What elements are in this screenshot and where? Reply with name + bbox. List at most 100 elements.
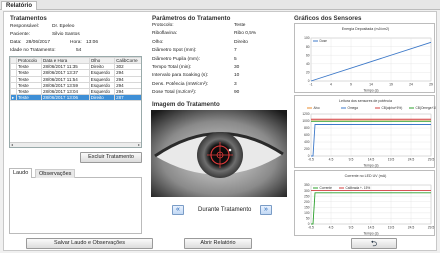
chart-energy-svg: Energia Depositada (mJ/cm2) -1 4 9 14 19 24 29 0… (304, 27, 433, 93)
tab-observacoes[interactable]: Observações (35, 169, 76, 178)
param-label: Diâmetro Pupila (mm): (152, 56, 200, 62)
x-tick-label: 29.5 (428, 226, 435, 230)
chart-title: Energia Depositada (mJ/cm2) (342, 27, 390, 31)
legend-label: Corrente (320, 186, 333, 190)
paciente-value: Silvio Santos (52, 32, 80, 37)
param-label: Protocolo: (152, 23, 174, 28)
data-label: Data: (10, 40, 22, 45)
table-row[interactable]: ▸ Teste 28/06/2017 13:06 Direito 287 (10, 94, 141, 102)
y-tick-label: 600 (304, 133, 310, 137)
horizontal-scrollbar[interactable]: ◂ ▸ (10, 142, 141, 147)
treatments-title: Tratamentos (10, 15, 47, 22)
y-tick-label: 0 (308, 79, 310, 83)
delete-treatment-button[interactable]: Excluir Tratamento (80, 152, 142, 163)
y-tick-label: 250 (304, 194, 310, 198)
legend-label: Omega (348, 106, 359, 110)
save-laudo-button[interactable]: Salvar Laudo e Observações (26, 238, 153, 249)
treatments-table-frame: Protocolo Data e Hora Olho CalibCorre Teste… (9, 56, 142, 148)
x-tick-label: 24.5 (408, 226, 415, 230)
legend-label: Alvo (314, 106, 320, 110)
scroll-right-icon[interactable]: ▸ (138, 143, 140, 147)
x-tick-label: 19.5 (388, 158, 395, 162)
x-axis-label: Tempo (s) (363, 164, 378, 168)
params-list: Protocolo: Teste Riboflavina: Ribo 0,5% Olho… (152, 23, 282, 99)
y-tick-label: 400 (304, 140, 310, 144)
x-tick-label: 24.5 (408, 158, 415, 162)
y-tick-label: 150 (304, 205, 310, 209)
param-value: Direito (234, 39, 248, 45)
tab-bar: Relatório (0, 0, 440, 10)
idade-label: Idade no Tratamento: (10, 48, 56, 53)
charts-title: Gráficos dos Sensores (294, 15, 362, 22)
x-tick-label: 14 (369, 83, 373, 87)
y-tick-label: 300 (304, 189, 310, 193)
image-caption: Durante Tratamento (198, 207, 252, 213)
eye-image (151, 110, 287, 197)
x-tick-label: 29.5 (428, 158, 435, 162)
y-tick-label: 1200 (302, 112, 309, 116)
x-tick-label: 4.5 (329, 158, 334, 162)
param-value: 5 (234, 56, 237, 62)
param-label: Olho: (152, 39, 164, 45)
x-tick-label: -1 (309, 83, 312, 87)
x-axis-label: Tempo (s) (363, 89, 378, 93)
y-tick-label: 60 (306, 53, 310, 57)
y-tick-label: 350 (304, 183, 310, 187)
x-tick-label: 19 (389, 83, 393, 87)
y-tick-label: 40 (306, 62, 310, 66)
treatment-image (151, 110, 287, 197)
param-value: 90 (234, 90, 240, 96)
y-tick-label: 0 (308, 222, 310, 226)
legend-label: Dose (320, 39, 328, 43)
hora-label: Hora: (70, 40, 82, 45)
idade-value: 54 (76, 48, 82, 53)
param-label: Dens. Potência (mW/cm²): (152, 81, 209, 87)
param-value: Teste (234, 23, 246, 28)
param-value: 7 (234, 48, 237, 54)
y-tick-label: 20 (306, 71, 310, 75)
column-header[interactable]: CalibCorre (114, 57, 141, 65)
data-value: 28/06/2017 (26, 40, 51, 45)
tab-laudo[interactable]: Laudo (9, 168, 33, 178)
chart-title: Corrente no LED UV (mA) (345, 174, 387, 178)
y-tick-label: 200 (304, 200, 310, 204)
param-value: Ribo 0,5% (234, 31, 257, 37)
table-cell: Direito (88, 94, 116, 102)
y-tick-label: 0 (308, 154, 310, 158)
back-button[interactable]: ⮌ (351, 238, 397, 249)
main-panel: Tratamentos Responsável: Dr. Epeleo Paci… (3, 11, 440, 251)
param-row: Diâmetro Spot (mm): 7 (152, 48, 282, 56)
y-tick-label: 50 (306, 217, 310, 221)
x-tick-label: 14.5 (368, 158, 375, 162)
param-row: Riboflavina: Ribo 0,5% (152, 31, 282, 39)
chart-energy: Energia Depositada (mJ/cm2) -1 4 9 14 19 24 29 0… (294, 23, 435, 93)
x-tick-label: 9 (350, 83, 352, 87)
param-value: 3 (234, 81, 237, 87)
x-tick-label: 14.5 (368, 226, 375, 230)
chart-power: Leitura dos sensores de potência -0.5 4.5 9… (294, 95, 440, 168)
param-row: Intervalo para Soaking (s): 10 (152, 73, 282, 81)
params-title: Parâmetros do Tratamento (152, 15, 231, 22)
previous-image-button[interactable]: « (172, 205, 184, 215)
x-tick-label: 4 (330, 83, 332, 87)
x-tick-label: 9.5 (349, 158, 354, 162)
param-row: Dens. Potência (mW/cm²): 3 (152, 82, 282, 90)
laudo-textarea[interactable] (9, 178, 142, 234)
scroll-left-icon[interactable]: ◂ (11, 143, 13, 147)
param-label: Riboflavina: (152, 31, 178, 37)
table-cell: Teste (15, 94, 43, 102)
x-axis-label: Tempo (s) (363, 232, 378, 236)
tab-relatorio[interactable]: Relatório (1, 1, 38, 10)
double-chevron-right-icon: » (264, 206, 268, 213)
back-arrow-icon: ⮌ (370, 239, 378, 248)
open-report-button[interactable]: Abrir Relatório (184, 238, 252, 249)
table-cell: 287 (114, 94, 141, 102)
x-tick-label: 19.5 (388, 226, 395, 230)
responsavel-label: Responsável: (10, 24, 40, 29)
x-tick-label: 9.5 (349, 226, 354, 230)
chart-power-svg: Leitura dos sensores de potência-0.5 4.5 9… (302, 99, 440, 168)
param-value: 10 (234, 73, 240, 79)
y-tick-label: 200 (304, 147, 310, 151)
next-image-button[interactable]: » (260, 205, 272, 215)
treatments-table: Protocolo Data e Hora Olho CalibCorre Teste… (10, 57, 141, 102)
